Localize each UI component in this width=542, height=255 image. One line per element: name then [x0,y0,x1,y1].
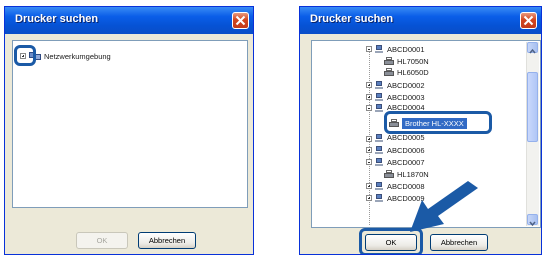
computer-icon [375,158,384,166]
computer-icon [375,45,384,53]
tree-item-computer[interactable]: ABCD0002 [366,79,425,91]
ok-button[interactable]: OK [76,232,128,249]
collapse-icon[interactable] [366,46,372,52]
scroll-up-button[interactable] [527,42,538,54]
tree-item-label: HL1870N [397,169,429,179]
tree-item-printer[interactable]: HL1870N [384,168,429,180]
printer-icon [384,57,394,65]
tree-item-computer[interactable]: ABCD0001 [366,43,425,55]
tree-item-label: ABCD0006 [387,145,425,155]
tree-item-label: ABCD0002 [387,80,425,90]
expand-icon[interactable] [366,82,372,88]
arrow-callout-icon [410,181,478,232]
expand-icon[interactable] [366,136,372,142]
computer-icon [375,194,384,202]
highlight-box [14,45,36,66]
tree-item-label: ABCD0007 [387,157,425,167]
tree-item-label: ABCD0001 [387,44,425,54]
tree-item-label: Netzwerkumgebung [44,51,111,61]
computer-icon [375,103,384,112]
computer-icon [375,134,384,142]
tree-item-label: ABCD0005 [387,133,425,142]
scroll-thumb[interactable] [527,72,538,142]
highlight-box [384,111,492,134]
printer-icon [384,68,394,76]
expand-icon[interactable] [366,195,372,201]
cancel-button[interactable]: Abbrechen [138,232,196,249]
close-button[interactable] [232,12,249,29]
expand-icon[interactable] [366,147,372,153]
vertical-scrollbar[interactable] [526,42,539,227]
expand-icon[interactable] [366,94,372,100]
tree-item-computer[interactable]: ABCD0007 [366,156,425,168]
tree-item-printer[interactable]: HL6050D [384,66,429,78]
collapse-icon[interactable] [366,159,372,165]
chevron-up-icon [529,48,536,54]
dialog-title: Drucker suchen [310,13,394,25]
printer-tree[interactable]: Netzwerkumgebung [12,40,248,208]
printer-icon [384,170,394,178]
computer-icon [375,81,384,89]
close-icon [523,15,534,26]
tree-item-label: HL7050N [397,56,429,66]
computer-icon [375,182,384,190]
tree-item-computer[interactable]: ABCD0005 [366,133,425,142]
dialog-title: Drucker suchen [15,13,99,25]
expand-icon[interactable] [366,183,372,189]
computer-icon [375,146,384,154]
find-printer-dialog-left: Drucker suchen Netzwerkumgebung OK Abbre… [4,6,254,255]
close-icon [235,15,246,26]
tree-item-computer[interactable]: ABCD0006 [366,144,425,156]
title-bar: Drucker suchen [300,7,541,34]
computer-icon [375,93,384,101]
close-button[interactable] [520,12,537,29]
tree-item-computer[interactable]: ABCD0003 [366,91,425,103]
scroll-down-button[interactable] [527,214,538,227]
tree-item-label: ABCD0003 [387,92,425,102]
title-bar: Drucker suchen [5,7,253,34]
chevron-down-icon [529,221,536,227]
tree-item-label: HL6050D [397,67,429,77]
collapse-icon[interactable] [366,104,372,111]
